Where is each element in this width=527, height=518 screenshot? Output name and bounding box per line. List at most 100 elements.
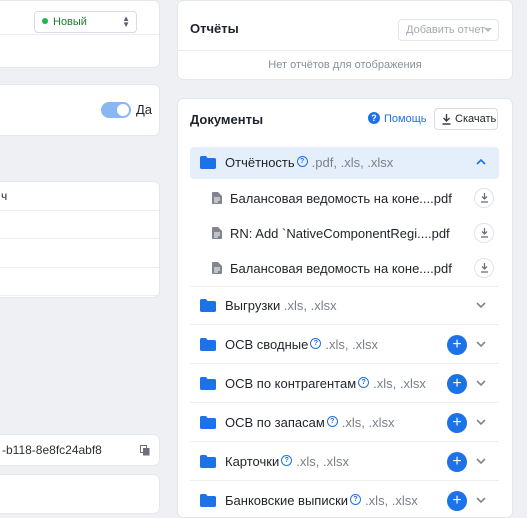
file-icon bbox=[212, 262, 222, 274]
left-table: ч bbox=[0, 181, 160, 298]
toggle-knob bbox=[117, 104, 129, 116]
chevron-down-icon[interactable] bbox=[476, 419, 486, 426]
download-icon bbox=[481, 193, 488, 203]
folder-icon bbox=[200, 299, 216, 312]
file-download-button[interactable] bbox=[474, 188, 494, 208]
copy-icon[interactable] bbox=[140, 445, 150, 456]
help-label: Помощь bbox=[384, 113, 427, 125]
table-row: ч bbox=[0, 182, 159, 211]
folder-row-cards[interactable]: Карточки? .xls, .xlsx + bbox=[190, 443, 499, 481]
folder-label: Отчётность? .pdf, .xls, .xlsx bbox=[225, 155, 393, 170]
add-report-label: Добавить отчет bbox=[406, 24, 486, 36]
table-row bbox=[0, 239, 159, 268]
file-icon bbox=[212, 192, 222, 204]
info-icon[interactable]: ? bbox=[281, 455, 293, 467]
help-icon: ? bbox=[368, 112, 380, 124]
file-row[interactable]: RN: Add `NativeComponentRegi....pdf bbox=[190, 216, 499, 251]
status-select-value: Новый bbox=[53, 16, 87, 28]
folder-label: ОСВ сводные? .xls, .xlsx bbox=[225, 337, 378, 352]
folder-name: Банковские выписки bbox=[225, 493, 349, 508]
folder-name: Отчётность bbox=[225, 155, 295, 170]
folder-row-osv-inventory[interactable]: ОСВ по запасам? .xls, .xlsx + bbox=[190, 404, 499, 442]
file-download-button[interactable] bbox=[474, 258, 494, 278]
help-link[interactable]: ? Помощь bbox=[368, 112, 427, 126]
folder-extensions: .xls, .xlsx bbox=[341, 415, 395, 430]
toggle-card: Да bbox=[0, 84, 160, 136]
folder-label: ОСВ по контрагентам? .xls, .xlsx bbox=[225, 376, 426, 391]
documents-title: Документы bbox=[190, 112, 264, 127]
folder-extensions: .xls, .xlsx bbox=[296, 454, 349, 469]
download-button[interactable]: Скачать bbox=[434, 108, 498, 130]
add-file-button[interactable]: + bbox=[447, 452, 467, 472]
file-download-button[interactable] bbox=[474, 223, 494, 243]
file-icon bbox=[212, 227, 222, 239]
status-dot-icon bbox=[42, 18, 48, 25]
chevron-down-icon[interactable] bbox=[476, 380, 486, 387]
reports-card: Отчёты Добавить отчет Нет отчётов для от… bbox=[177, 0, 513, 80]
add-file-button[interactable]: + bbox=[447, 413, 467, 433]
divider bbox=[178, 50, 512, 51]
download-icon bbox=[481, 228, 488, 238]
folder-name: Выгрузки bbox=[225, 298, 281, 313]
add-file-button[interactable]: + bbox=[447, 374, 467, 394]
download-label: Скачать bbox=[455, 113, 497, 125]
folder-icon bbox=[200, 494, 216, 507]
folder-extensions: .pdf, .xls, .xlsx bbox=[311, 155, 394, 170]
folder-extensions: .xls, .xlsx bbox=[365, 493, 418, 508]
status-select[interactable]: Новый ▲ ▼ bbox=[34, 11, 137, 33]
folder-extensions: .xls, .xlsx bbox=[373, 376, 426, 391]
folder-icon bbox=[200, 416, 216, 429]
reports-title: Отчёты bbox=[190, 21, 239, 36]
yes-toggle[interactable] bbox=[101, 102, 131, 118]
table-row bbox=[0, 211, 159, 239]
add-report-select[interactable]: Добавить отчет bbox=[398, 19, 499, 41]
folder-icon bbox=[200, 338, 216, 351]
folder-row-osv-summary[interactable]: ОСВ сводные? .xls, .xlsx + bbox=[190, 326, 499, 364]
folder-name: ОСВ по запасам bbox=[225, 415, 325, 430]
toggle-label: Да bbox=[136, 102, 153, 117]
file-name: Балансовая ведомость на коне....pdf bbox=[230, 261, 452, 276]
download-icon bbox=[442, 114, 451, 125]
folder-icon bbox=[200, 156, 216, 169]
info-icon[interactable]: ? bbox=[326, 416, 338, 428]
file-row[interactable]: Балансовая ведомость на коне....pdf bbox=[190, 251, 499, 286]
folder-icon bbox=[200, 377, 216, 390]
folder-row-reporting[interactable]: Отчётность? .pdf, .xls, .xlsx bbox=[190, 147, 499, 179]
file-name: Балансовая ведомость на коне....pdf bbox=[230, 191, 452, 206]
add-file-button[interactable]: + bbox=[447, 491, 467, 511]
folder-label: Выгрузки .xls, .xlsx bbox=[225, 298, 337, 313]
folder-row-exports[interactable]: Выгрузки .xls, .xlsx bbox=[190, 287, 499, 325]
info-icon[interactable]: ? bbox=[310, 338, 322, 350]
left-bottom-card bbox=[0, 474, 160, 514]
folder-extensions: .xls, .xlsx bbox=[283, 298, 337, 313]
chevron-down-icon bbox=[484, 28, 492, 32]
info-icon[interactable]: ? bbox=[358, 377, 370, 389]
file-name: RN: Add `NativeComponentRegi....pdf bbox=[230, 226, 450, 241]
chevron-down-icon[interactable] bbox=[476, 497, 486, 504]
folder-extensions: .xls, .xlsx bbox=[325, 337, 379, 352]
uuid-field: -b118-8e8fc24abf8 bbox=[0, 434, 160, 466]
folder-row-bank-statements[interactable]: Банковские выписки? .xls, .xlsx + bbox=[190, 482, 499, 517]
table-row bbox=[0, 268, 159, 296]
status-card: Новый ▲ ▼ bbox=[0, 0, 160, 68]
documents-card: Документы ? Помощь Скачать Отчётность? .pd… bbox=[177, 98, 513, 518]
info-icon[interactable]: ? bbox=[296, 156, 308, 168]
divider bbox=[0, 34, 159, 35]
uuid-value: -b118-8e8fc24abf8 bbox=[2, 443, 102, 457]
chevron-down-icon[interactable] bbox=[476, 302, 486, 309]
download-icon bbox=[481, 263, 488, 273]
folder-name: ОСВ сводные bbox=[225, 337, 309, 352]
reports-empty-text: Нет отчётов для отображения bbox=[268, 59, 422, 71]
file-row[interactable]: Балансовая ведомость на коне....pdf bbox=[190, 181, 499, 216]
add-file-button[interactable]: + bbox=[447, 335, 467, 355]
chevron-down-icon[interactable] bbox=[476, 341, 486, 348]
folder-icon bbox=[200, 455, 216, 468]
folder-row-osv-counterparties[interactable]: ОСВ по контрагентам? .xls, .xlsx + bbox=[190, 365, 499, 403]
chevron-down-icon[interactable] bbox=[476, 458, 486, 465]
folder-label: ОСВ по запасам? .xls, .xlsx bbox=[225, 415, 395, 430]
folder-name: Карточки bbox=[225, 454, 280, 469]
chevron-up-icon[interactable] bbox=[476, 158, 486, 165]
folder-label: Карточки? .xls, .xlsx bbox=[225, 454, 349, 469]
folder-name: ОСВ по контрагентам bbox=[225, 376, 357, 391]
select-arrows-icon: ▲ ▼ bbox=[122, 14, 130, 29]
